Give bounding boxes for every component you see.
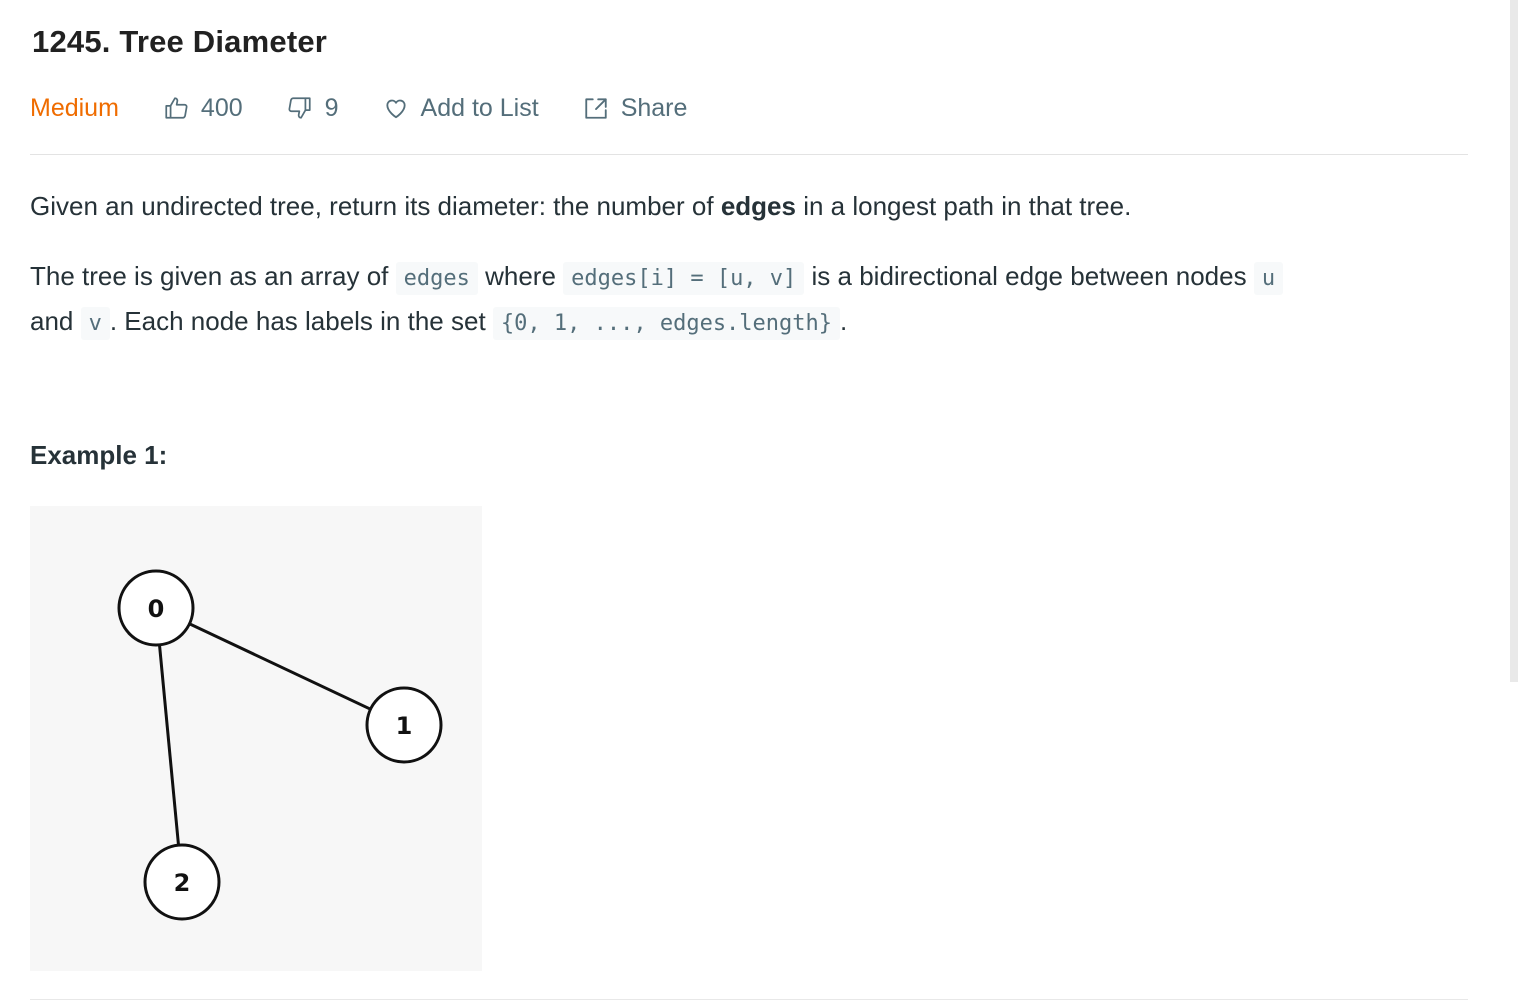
scrollbar[interactable] [1510,0,1518,682]
problem-title: 1245. Tree Diameter [32,24,328,59]
desc-text: . Each node has labels in the set [109,306,493,336]
like-count: 400 [200,93,243,122]
desc-text: is a bidirectional edge between nodes [804,261,1254,291]
like-button[interactable]: 400 [163,94,243,123]
add-to-list-label: Add to List [420,93,539,122]
desc-text: where [477,261,564,291]
dislike-count: 9 [324,93,339,122]
desc-text: . [840,306,848,336]
tree-node-1: 1 [365,686,443,764]
edge-0-2 [154,607,184,883]
section-divider [30,999,1468,1000]
inline-code-u: u [1253,262,1284,295]
desc-bold-edges: edges [720,191,796,221]
share-label: Share [620,93,688,122]
example-1-title: Example 1: [30,440,168,470]
share-button[interactable]: Share [583,93,688,123]
tree-diagram: 0 1 2 [117,569,443,921]
description-paragraph-1: Given an undirected tree, return its dia… [30,185,1468,227]
description-paragraph-2: The tree is given as an array of edges w… [30,255,1468,345]
thumbs-down-icon [288,97,311,119]
header-divider [30,154,1468,155]
heart-icon [385,99,406,119]
thumbs-up-icon [165,97,188,119]
desc-text: Given an undirected tree, return its dia… [30,191,721,221]
desc-text: The tree is given as an array of [30,261,396,291]
add-to-list-button[interactable]: Add to List [383,94,539,123]
desc-text: in a longest path in that tree. [795,191,1132,221]
example-1-image: 0 1 2 [30,506,482,971]
tree-node-0: 0 [117,569,195,647]
inline-code-edge-def: edges[i] = [u, v] [563,262,805,295]
inline-code-label-set: {0, 1, ..., edges.length} [492,307,841,340]
tree-node-2: 2 [143,843,221,921]
difficulty-badge: Medium [30,93,119,122]
node-label: 2 [174,869,191,897]
inline-code-v: v [80,307,110,340]
share-icon [585,98,607,119]
desc-text: and [30,306,81,336]
edge-0-1 [155,606,405,727]
problem-page: 1245. Tree Diameter Medium 400 9 Add to … [30,0,1468,1002]
problem-meta-bar: Medium 400 9 Add to List Share [30,88,731,128]
dislike-button[interactable]: 9 [287,94,339,123]
node-label: 0 [148,595,165,623]
node-label: 1 [396,712,413,740]
inline-code-edges: edges [395,262,478,295]
